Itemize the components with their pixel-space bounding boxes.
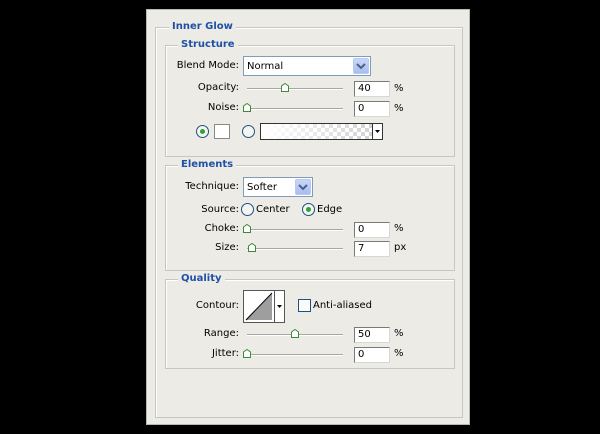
- slider-thumb-icon: [291, 328, 299, 338]
- gradient-source-radio[interactable]: [242, 125, 255, 138]
- glow-color-swatch[interactable]: [214, 124, 230, 139]
- size-unit: px: [394, 242, 407, 253]
- technique-label: Technique:: [185, 181, 239, 192]
- blend-mode-select[interactable]: Normal: [243, 56, 371, 76]
- jitter-slider-thumb[interactable]: [243, 348, 251, 358]
- size-slider-thumb[interactable]: [247, 242, 256, 252]
- opacity-slider-thumb[interactable]: [281, 82, 290, 92]
- technique-select[interactable]: Softer: [243, 177, 313, 197]
- slider-thumb-icon: [281, 82, 290, 92]
- range-slider-thumb[interactable]: [291, 328, 299, 338]
- chevron-down-icon[interactable]: [274, 291, 284, 322]
- opacity-slider-track[interactable]: [247, 88, 343, 90]
- inner-glow-title: Inner Glow: [169, 21, 236, 33]
- chevron-down-icon[interactable]: [372, 124, 382, 139]
- jitter-slider-track[interactable]: [247, 354, 343, 356]
- radio-selected-dot: [200, 129, 205, 134]
- technique-value: Softer: [247, 182, 277, 193]
- source-edge-label[interactable]: Edge: [317, 204, 342, 216]
- opacity-unit: %: [394, 83, 404, 94]
- noise-label: Noise:: [207, 102, 239, 113]
- slider-thumb-icon: [243, 102, 251, 112]
- choke-label: Choke:: [204, 223, 239, 234]
- choke-slider-thumb[interactable]: [243, 223, 251, 233]
- elements-legend: Elements: [178, 159, 237, 171]
- quality-legend: Quality: [178, 273, 225, 285]
- noise-unit: %: [394, 103, 404, 114]
- range-unit: %: [394, 328, 404, 339]
- opacity-label: Opacity:: [197, 82, 239, 93]
- chevron-down-icon[interactable]: [295, 179, 311, 195]
- anti-aliased-label[interactable]: Anti-aliased: [313, 300, 372, 312]
- source-center-label[interactable]: Center: [256, 204, 290, 216]
- jitter-label: Jitter:: [211, 348, 239, 359]
- size-label: Size:: [215, 242, 239, 253]
- choke-unit: %: [394, 223, 404, 234]
- source-center-radio[interactable]: [241, 203, 254, 216]
- source-edge-radio[interactable]: [302, 203, 315, 216]
- range-input[interactable]: 50: [354, 327, 390, 343]
- inner-glow-panel: Inner Glow Structure Blend Mode: Normal …: [146, 9, 470, 425]
- choke-slider-track[interactable]: [247, 229, 343, 231]
- opacity-input[interactable]: 40: [354, 81, 390, 97]
- structure-legend: Structure: [178, 39, 238, 51]
- contour-label: Contour:: [195, 300, 239, 311]
- contour-picker[interactable]: [243, 290, 285, 323]
- blend-mode-value: Normal: [247, 61, 284, 72]
- source-label: Source:: [201, 204, 239, 215]
- noise-slider-track[interactable]: [247, 108, 343, 110]
- slider-thumb-icon: [243, 223, 251, 233]
- noise-input[interactable]: 0: [354, 101, 390, 117]
- glow-gradient-picker[interactable]: [260, 123, 383, 140]
- slider-thumb-icon: [243, 348, 251, 358]
- range-label: Range:: [203, 328, 239, 339]
- size-input[interactable]: 7: [354, 241, 390, 257]
- slider-thumb-icon: [247, 242, 256, 252]
- choke-input[interactable]: 0: [354, 222, 390, 238]
- contour-curve-icon: [245, 292, 273, 321]
- jitter-unit: %: [394, 348, 404, 359]
- jitter-input[interactable]: 0: [354, 347, 390, 363]
- anti-aliased-checkbox[interactable]: [298, 299, 311, 312]
- size-slider-track[interactable]: [247, 248, 343, 250]
- color-source-radio[interactable]: [196, 125, 209, 138]
- noise-slider-thumb[interactable]: [243, 102, 251, 112]
- radio-selected-dot: [306, 207, 311, 212]
- blend-mode-label: Blend Mode:: [176, 60, 239, 71]
- chevron-down-icon[interactable]: [353, 58, 369, 74]
